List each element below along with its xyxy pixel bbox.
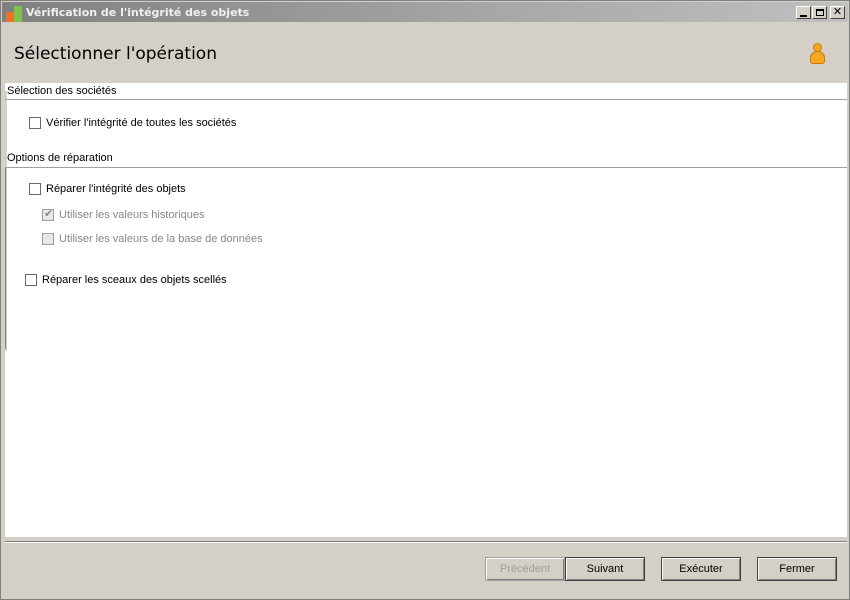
window-title: Vérification de l'intégrité des objets [26,6,250,19]
app-icon [6,6,22,22]
repair-seals-checkbox[interactable] [25,274,37,286]
repair-integrity-checkbox[interactable] [29,183,41,195]
section-divider [5,167,847,168]
wizard-header: Sélectionner l'opération [5,23,847,83]
section-companies-label: Sélection des sociétés [7,85,117,97]
close-icon: ✕ [832,5,843,18]
title-bar[interactable]: Vérification de l'intégrité des objets ✕ [2,2,848,22]
database-values-checkbox[interactable] [42,233,54,245]
user-icon [809,43,825,67]
close-window-button[interactable]: ✕ [830,5,845,19]
repair-seals-label: Réparer les sceaux des objets scellés [42,274,227,286]
content-panel: Sélection des sociétés Vérifier l'intégr… [5,83,847,537]
dialog-window: Vérification de l'intégrité des objets ✕… [0,0,850,600]
maximize-icon [816,9,824,16]
minimize-icon [800,15,807,17]
repair-integrity-label: Réparer l'intégrité des objets [46,183,186,195]
section-repair-label: Options de réparation [7,152,113,164]
check-all-companies-checkbox[interactable] [29,117,41,129]
close-button[interactable]: Fermer [757,557,837,581]
check-all-companies-label: Vérifier l'intégrité de toutes les socié… [46,117,237,129]
minimize-button[interactable] [796,6,811,19]
previous-button[interactable]: Précédent [485,557,565,581]
historic-values-checkbox[interactable]: ✔ [42,207,54,221]
historic-values-label: Utiliser les valeurs historiques [59,209,205,221]
checkmark-icon: ✔ [44,207,54,220]
database-values-label: Utiliser les valeurs de la base de donné… [59,233,263,245]
maximize-button[interactable] [812,6,827,19]
next-button[interactable]: Suivant [565,557,645,581]
execute-button[interactable]: Exécuter [661,557,741,581]
section-divider [5,99,847,100]
page-title: Sélectionner l'opération [14,44,217,64]
